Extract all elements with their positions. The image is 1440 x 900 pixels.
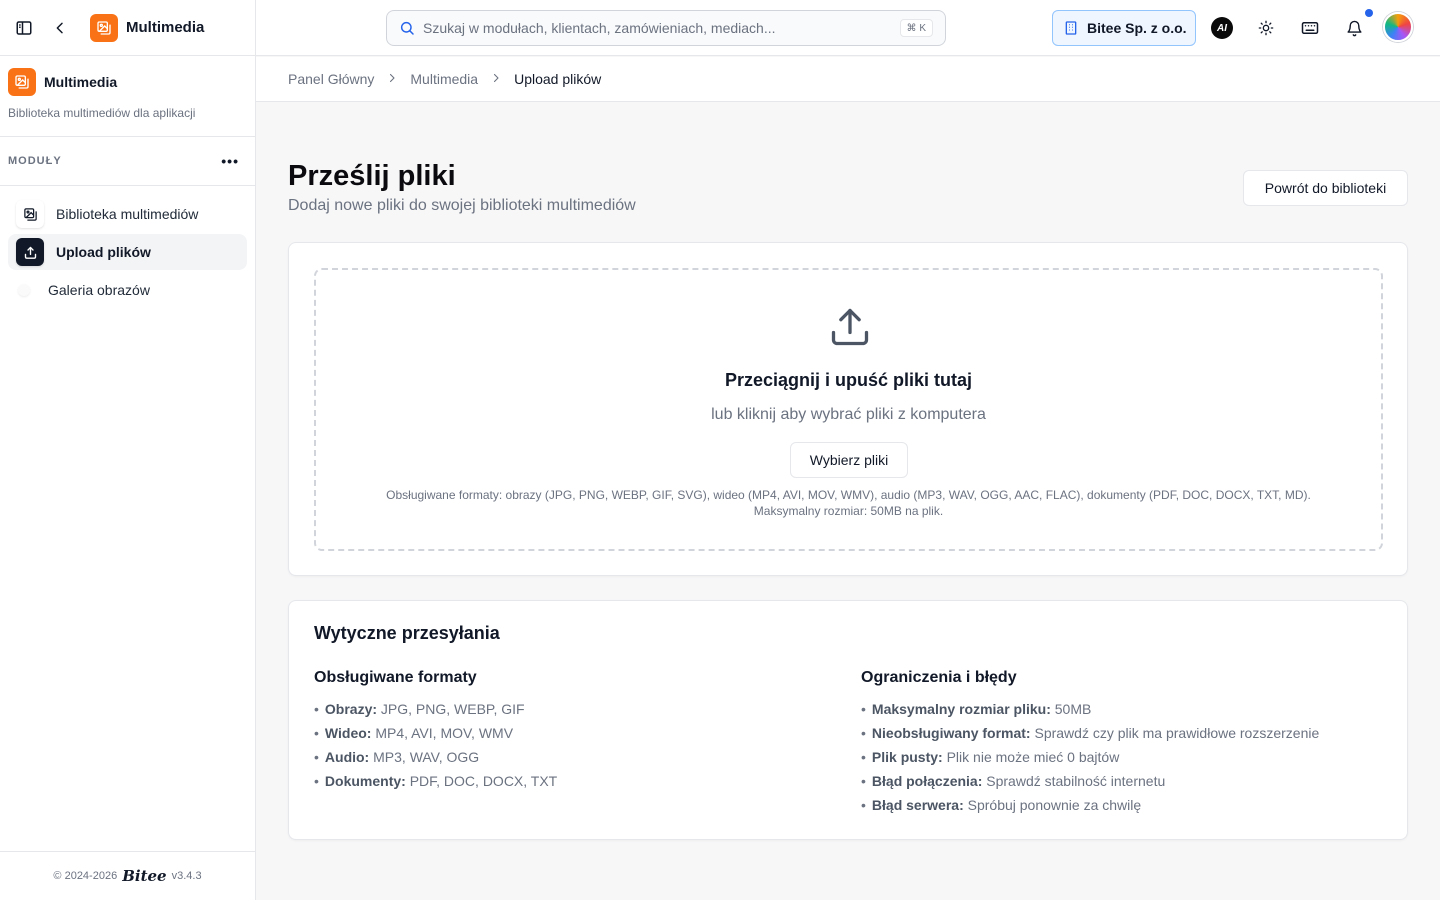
list-item: • Nieobsługiwany format: Sprawdź czy plik… [861, 725, 1320, 741]
version-text: v3.4.3 [171, 870, 202, 882]
app-name: Multimedia [126, 19, 205, 36]
breadcrumb: Panel Główny Multimedia Upload plików [256, 57, 1440, 102]
sidebar-item-biblioteka[interactable]: Biblioteka multimediów [8, 196, 247, 232]
breadcrumb-item-multimedia[interactable]: Multimedia [410, 71, 478, 87]
limits-column: Ograniczenia i błędy • Maksymalny rozmiar… [861, 669, 1319, 817]
copyright-text: © 2024-2026 [53, 870, 118, 882]
module-description: Biblioteka multimediów dla aplikacji [8, 106, 196, 120]
breadcrumb-item-current: Upload plików [514, 71, 602, 87]
dropzone-title: Przeciągnij i upuść pliki tutaj [724, 370, 973, 390]
notification-badge [1365, 9, 1373, 17]
search-icon [400, 21, 414, 35]
sidebar: Multimedia Multimedia Biblioteka multime… [0, 0, 256, 900]
back-to-library-button[interactable]: Powrót do biblioteki [1243, 170, 1408, 206]
sidebar-item-label: Biblioteka multimediów [56, 206, 199, 222]
formats-title: Obsługiwane formaty [314, 669, 477, 686]
sidebar-nav: Biblioteka multimediów Upload plików Gal… [0, 186, 255, 308]
dot-icon [18, 284, 30, 296]
upload-card: Przeciągnij i upuść pliki tutaj lub klik… [288, 242, 1408, 576]
search-shortcut: ⌘ K [899, 19, 933, 37]
sidebar-item-label: Upload plików [56, 244, 151, 260]
list-item: • Obrazy: JPG, PNG, WEBP, GIF [314, 701, 525, 717]
chevron-left-icon[interactable] [50, 18, 70, 38]
dropzone-info: Obsługiwane formaty: obrazy (JPG, PNG, W… [316, 487, 1381, 519]
max-size-text: Maksymalny rozmiar: 50MB na plik. [753, 504, 944, 518]
dropzone[interactable]: Przeciągnij i upuść pliki tutaj lub klik… [314, 268, 1383, 551]
page-subtitle: Dodaj nowe pliki do swojej biblioteki mu… [288, 197, 636, 214]
search-placeholder: Szukaj w modułach, klientach, zamówienia… [423, 20, 776, 36]
brand-logo: Bitee [122, 867, 167, 885]
breadcrumb-item-panel[interactable]: Panel Główny [288, 71, 374, 87]
list-item: • Audio: MP3, WAV, OGG [314, 749, 480, 765]
sidebar-footer: © 2024-2026 Bitee v3.4.3 [0, 851, 255, 900]
formats-column: Obsługiwane formaty • Obrazy: JPG, PNG, W… [314, 669, 557, 793]
building-icon [1065, 21, 1077, 35]
page-title: Prześlij pliki [288, 160, 456, 192]
modules-section-header: MODUŁY ••• [0, 137, 255, 186]
upload-icon [831, 308, 869, 346]
sidebar-toggle-icon[interactable] [14, 18, 34, 38]
module-header: Multimedia Biblioteka multimediów dla ap… [0, 56, 255, 137]
sidebar-item-label: Galeria obrazów [48, 282, 150, 298]
multimedia-module-icon [8, 68, 36, 96]
sidebar-item-galeria[interactable]: Galeria obrazów [8, 272, 247, 308]
supported-formats-text: Obsługiwane formaty: obrazy (JPG, PNG, W… [386, 488, 1311, 502]
sun-icon[interactable] [1255, 17, 1277, 39]
search-input[interactable]: Szukaj w modułach, klientach, zamówienia… [386, 10, 946, 46]
keyboard-icon[interactable] [1299, 17, 1321, 39]
list-item: • Błąd serwera: Spróbuj ponownie za chwil… [861, 797, 1142, 813]
chevron-right-icon [386, 72, 398, 87]
top-header: Szukaj w modułach, klientach, zamówienia… [256, 0, 1440, 56]
sidebar-item-upload[interactable]: Upload plików [8, 234, 247, 270]
more-options-icon[interactable]: ••• [221, 153, 239, 169]
choose-files-button[interactable]: Wybierz pliki [790, 442, 908, 478]
list-item: • Plik pusty: Plik nie może mieć 0 bajtów [861, 749, 1120, 765]
company-selector[interactable]: Bitee Sp. z o.o. [1052, 10, 1196, 46]
avatar[interactable] [1383, 12, 1413, 42]
modules-section-label: MODUŁY [8, 155, 62, 167]
list-item: • Maksymalny rozmiar pliku: 50MB [861, 701, 1092, 717]
image-gallery-icon [16, 200, 44, 228]
multimedia-app-icon [90, 13, 118, 42]
bell-icon[interactable] [1343, 17, 1365, 39]
sidebar-top-bar: Multimedia [0, 0, 255, 56]
chevron-right-icon [490, 72, 502, 87]
ai-assistant-icon[interactable]: AI [1211, 17, 1233, 39]
company-name: Bitee Sp. z o.o. [1087, 20, 1187, 36]
limits-title: Ograniczenia i błędy [861, 669, 1017, 686]
list-item: • Dokumenty: PDF, DOC, DOCX, TXT [314, 773, 558, 789]
list-item: • Wideo: MP4, AVI, MOV, WMV [314, 725, 514, 741]
dropzone-subtitle: lub kliknij aby wybrać pliki z komputera [711, 406, 986, 423]
guidelines-card: Wytyczne przesyłania Obsługiwane formaty… [288, 600, 1408, 840]
list-item: • Błąd połączenia: Sprawdź stabilność int… [861, 773, 1166, 789]
guidelines-title: Wytyczne przesyłania [314, 623, 500, 643]
upload-icon [16, 238, 44, 266]
module-name: Multimedia [44, 74, 118, 90]
